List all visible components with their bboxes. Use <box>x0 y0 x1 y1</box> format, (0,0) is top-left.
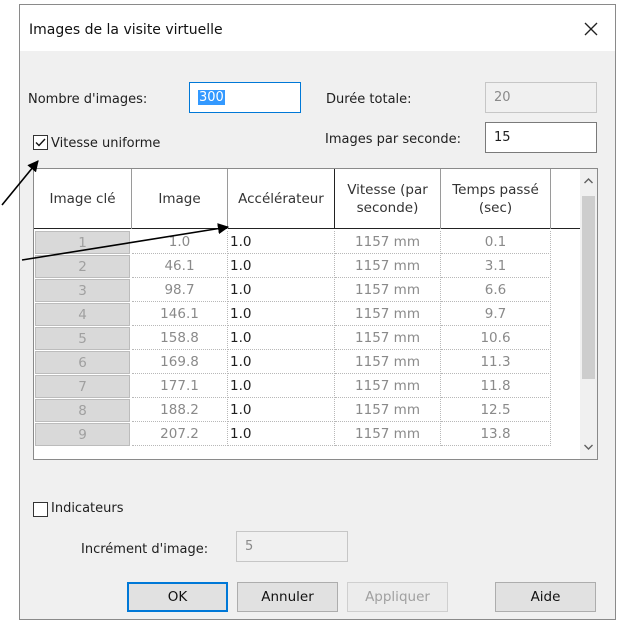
cell-image-cle[interactable]: 4 <box>35 303 130 326</box>
cell-vitesse[interactable]: 1157 mm <box>335 423 441 446</box>
cell-image[interactable]: 46.1 <box>132 255 228 278</box>
aide-button[interactable]: Aide <box>495 582 596 612</box>
cell-accelerateur[interactable]: 1.0 <box>228 423 335 446</box>
cell-vitesse[interactable]: 1157 mm <box>335 351 441 374</box>
table-row[interactable]: 4 146.1 1.0 1157 mm 9.7 <box>34 303 582 326</box>
checkmark-icon <box>35 138 46 147</box>
table-row[interactable]: 8 188.2 1.0 1157 mm 12.5 <box>34 399 582 422</box>
increment-image-label: Incrément d'image: <box>81 542 209 557</box>
cell-image-cle[interactable]: 6 <box>35 351 130 374</box>
col-header-vitesse[interactable]: Vitesse (par seconde) <box>335 169 441 229</box>
cell-temps-passe[interactable]: 6.6 <box>441 279 551 302</box>
table-header: Image clé Image Accélérateur Vitesse (pa… <box>34 169 582 229</box>
close-icon <box>584 22 598 36</box>
cell-accelerateur[interactable]: 1.0 <box>228 303 335 326</box>
dialog-title: Images de la visite virtuelle <box>29 22 223 38</box>
cell-vitesse[interactable]: 1157 mm <box>335 279 441 302</box>
cell-vitesse[interactable]: 1157 mm <box>335 231 441 254</box>
cell-vitesse[interactable]: 1157 mm <box>335 303 441 326</box>
cell-vitesse[interactable]: 1157 mm <box>335 375 441 398</box>
cell-vitesse[interactable]: 1157 mm <box>335 327 441 350</box>
cell-image-cle[interactable]: 2 <box>35 255 130 278</box>
cell-image[interactable]: 98.7 <box>132 279 228 302</box>
scroll-down-icon[interactable] <box>580 437 597 457</box>
cell-temps-passe[interactable]: 11.8 <box>441 375 551 398</box>
ok-button[interactable]: OK <box>127 582 228 612</box>
nombre-images-label: Nombre d'images: <box>28 92 148 107</box>
close-button[interactable] <box>577 15 605 43</box>
table-row[interactable]: 5 158.8 1.0 1157 mm 10.6 <box>34 327 582 350</box>
annuler-button[interactable]: Annuler <box>237 582 338 612</box>
col-header-temps-passe[interactable]: Temps passé (sec) <box>441 169 551 229</box>
col-header-accelerateur[interactable]: Accélérateur <box>228 169 335 229</box>
table-row[interactable]: 9 207.2 1.0 1157 mm 13.8 <box>34 423 582 446</box>
table-row[interactable]: 1 1.0 1.0 1157 mm 0.1 <box>34 231 582 254</box>
table-scrollbar[interactable] <box>580 169 597 459</box>
scroll-up-icon[interactable] <box>580 171 597 191</box>
cell-accelerateur[interactable]: 1.0 <box>228 351 335 374</box>
cell-image[interactable]: 177.1 <box>132 375 228 398</box>
col-header-image-cle[interactable]: Image clé <box>34 169 132 229</box>
table-row[interactable]: 3 98.7 1.0 1157 mm 6.6 <box>34 279 582 302</box>
cell-image-cle[interactable]: 7 <box>35 375 130 398</box>
table-row[interactable]: 2 46.1 1.0 1157 mm 3.1 <box>34 255 582 278</box>
cell-accelerateur[interactable]: 1.0 <box>228 375 335 398</box>
table-row[interactable]: 6 169.8 1.0 1157 mm 11.3 <box>34 351 582 374</box>
vitesse-uniforme-checkbox[interactable] <box>33 135 48 150</box>
cell-temps-passe[interactable]: 0.1 <box>441 231 551 254</box>
cell-accelerateur[interactable]: 1.0 <box>228 279 335 302</box>
cell-image[interactable]: 158.8 <box>132 327 228 350</box>
indicateurs-checkbox[interactable] <box>33 502 48 517</box>
cell-temps-passe[interactable]: 13.8 <box>441 423 551 446</box>
cell-temps-passe[interactable]: 3.1 <box>441 255 551 278</box>
scroll-thumb[interactable] <box>582 196 595 379</box>
col-header-image[interactable]: Image <box>132 169 228 229</box>
table-row[interactable]: 7 177.1 1.0 1157 mm 11.8 <box>34 375 582 398</box>
cell-image-cle[interactable]: 8 <box>35 399 130 422</box>
images-par-seconde-label: Images par seconde: <box>325 132 462 147</box>
vitesse-uniforme-label: Vitesse uniforme <box>51 136 161 151</box>
cell-image[interactable]: 169.8 <box>132 351 228 374</box>
cell-accelerateur[interactable]: 1.0 <box>228 255 335 278</box>
cell-accelerateur[interactable]: 1.0 <box>228 327 335 350</box>
appliquer-button: Appliquer <box>347 582 448 612</box>
nombre-images-value: 300 <box>198 90 225 105</box>
cell-vitesse[interactable]: 1157 mm <box>335 255 441 278</box>
nombre-images-input[interactable]: 300 <box>189 82 301 113</box>
cell-image-cle[interactable]: 1 <box>35 231 130 254</box>
duree-totale-input: 20 <box>485 82 597 113</box>
increment-image-input: 5 <box>236 531 348 562</box>
cell-temps-passe[interactable]: 10.6 <box>441 327 551 350</box>
cell-vitesse[interactable]: 1157 mm <box>335 399 441 422</box>
cell-temps-passe[interactable]: 11.3 <box>441 351 551 374</box>
cell-accelerateur[interactable]: 1.0 <box>228 399 335 422</box>
virtual-tour-images-dialog: Images de la visite virtuelle Nombre d'i… <box>19 4 616 620</box>
duree-totale-label: Durée totale: <box>326 92 412 107</box>
images-par-seconde-input[interactable]: 15 <box>485 122 597 153</box>
keyframe-table: Image clé Image Accélérateur Vitesse (pa… <box>33 168 598 460</box>
images-par-seconde-value: 15 <box>494 130 511 145</box>
duree-totale-value: 20 <box>494 90 511 105</box>
increment-image-value: 5 <box>245 539 254 554</box>
cell-image-cle[interactable]: 5 <box>35 327 130 350</box>
cell-image[interactable]: 188.2 <box>132 399 228 422</box>
cell-image-cle[interactable]: 3 <box>35 279 130 302</box>
indicateurs-label: Indicateurs <box>51 501 124 516</box>
title-bar: Images de la visite virtuelle <box>20 5 615 51</box>
cell-temps-passe[interactable]: 12.5 <box>441 399 551 422</box>
cell-image[interactable]: 1.0 <box>132 231 228 254</box>
cell-image-cle[interactable]: 9 <box>35 423 130 446</box>
cell-accelerateur[interactable]: 1.0 <box>228 231 335 254</box>
cell-image[interactable]: 207.2 <box>132 423 228 446</box>
cell-image[interactable]: 146.1 <box>132 303 228 326</box>
cell-temps-passe[interactable]: 9.7 <box>441 303 551 326</box>
